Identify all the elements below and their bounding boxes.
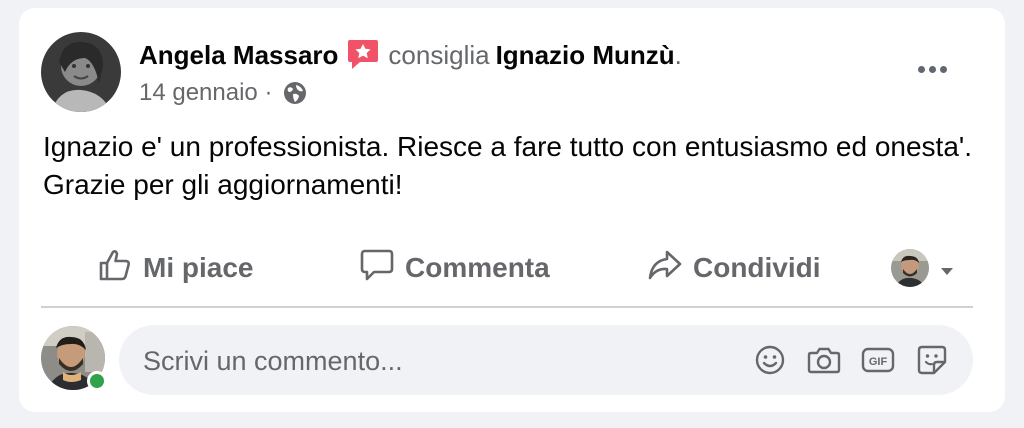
divider xyxy=(41,306,973,308)
sticker-icon[interactable] xyxy=(915,343,949,377)
header-period: . xyxy=(674,40,682,70)
post-card: Angela Massaro consiglia Ignazio Munzù. 1… xyxy=(19,8,1005,412)
reaction-identity-selector[interactable] xyxy=(891,238,955,298)
composer-avatar[interactable] xyxy=(41,326,107,391)
share-button[interactable]: Condividi xyxy=(647,238,821,298)
thumbs-up-icon xyxy=(97,247,133,290)
author-avatar[interactable] xyxy=(41,32,121,112)
post-body: Ignazio e' un professionista. Riesce a f… xyxy=(43,131,973,200)
comment-input[interactable] xyxy=(141,325,705,397)
author-name[interactable]: Angela Massaro xyxy=(139,40,338,70)
comment-label: Commenta xyxy=(405,252,550,283)
globe-icon[interactable] xyxy=(283,81,307,113)
dot-icon xyxy=(928,65,936,73)
online-status-dot xyxy=(87,371,107,391)
recommend-verb: consiglia xyxy=(388,40,490,70)
post-meta: 14 gennaio · xyxy=(139,78,307,113)
composer-icons: GIF xyxy=(753,325,949,395)
post-date[interactable]: 14 gennaio xyxy=(139,79,258,106)
recommended-page-name[interactable]: Ignazio Munzù xyxy=(496,40,675,70)
speech-bubble-icon xyxy=(359,247,395,290)
comment-composer: GIF xyxy=(119,325,973,397)
dot-icon xyxy=(939,65,947,73)
meta-separator: · xyxy=(264,79,273,106)
post-header: Angela Massaro consiglia Ignazio Munzù. xyxy=(139,38,682,76)
share-arrow-icon xyxy=(647,247,683,290)
smiley-icon[interactable] xyxy=(753,343,787,377)
recommend-icon xyxy=(346,38,380,76)
camera-icon[interactable] xyxy=(807,343,841,377)
action-bar: Mi piace Commenta Condividi xyxy=(41,238,973,298)
share-label: Condividi xyxy=(693,252,821,283)
dot-icon xyxy=(917,65,925,73)
like-button[interactable]: Mi piace xyxy=(97,238,253,298)
like-label: Mi piace xyxy=(143,252,254,283)
gif-icon[interactable]: GIF xyxy=(861,343,895,377)
svg-text:GIF: GIF xyxy=(869,356,888,368)
caret-down-icon xyxy=(939,252,955,284)
more-options-button[interactable] xyxy=(909,52,955,86)
current-user-avatar xyxy=(891,249,929,287)
comment-button[interactable]: Commenta xyxy=(359,238,550,298)
